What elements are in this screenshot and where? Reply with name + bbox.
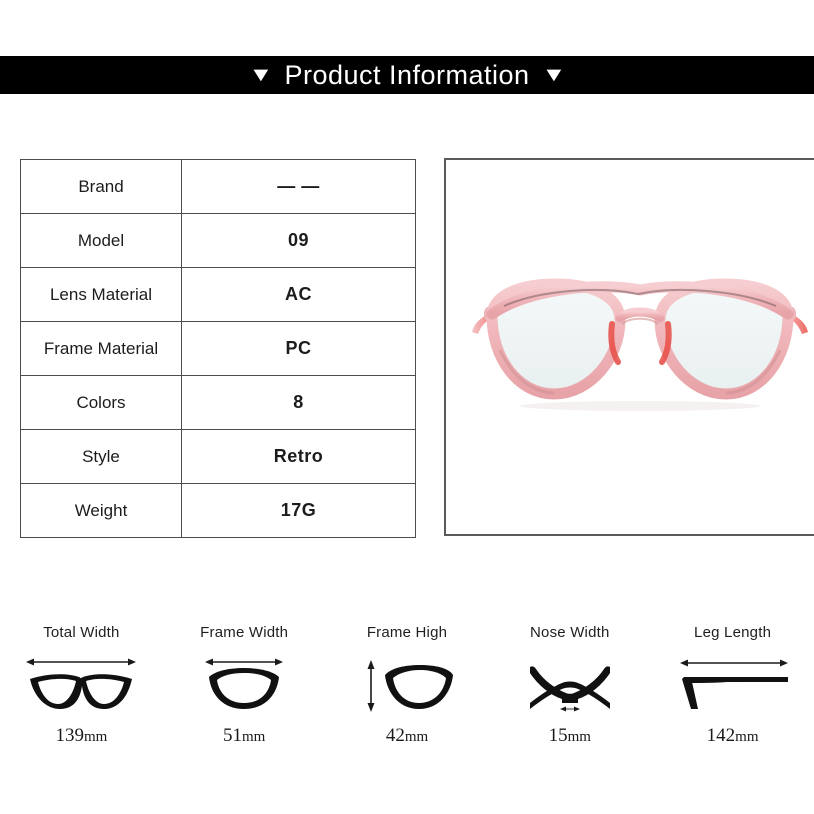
single-lens-height-icon — [359, 653, 455, 715]
measurement-label: Frame Width — [200, 624, 289, 641]
table-row: Lens Material AC — [20, 267, 416, 322]
specification-table: Brand — — Model 09 Lens Material AC Fram… — [20, 159, 416, 538]
measurement-unit: mm — [567, 729, 591, 745]
measurement-value: 15mm — [549, 725, 591, 747]
table-row: Frame Material PC — [20, 321, 416, 376]
single-lens-icon — [199, 653, 289, 715]
measurement-number: 142 — [706, 725, 736, 746]
measurement-unit: mm — [404, 729, 429, 745]
temple-arm-icon — [674, 653, 792, 715]
product-photo-panel — [444, 158, 814, 536]
table-row: Weight 17G — [20, 483, 416, 538]
measurement-frame-high: Frame High 42mm — [326, 624, 489, 747]
measurement-number: 139 — [55, 725, 84, 746]
spec-label: Brand — [20, 159, 182, 214]
measurement-unit: mm — [83, 729, 108, 745]
measurement-label: Nose Width — [530, 624, 610, 641]
triangle-down-left-icon: ▼ — [248, 64, 273, 86]
spec-value: PC — [181, 321, 416, 376]
measurement-leg-length: Leg Length 142mm — [651, 624, 814, 747]
spec-label: Model — [20, 213, 182, 268]
spec-label: Style — [20, 429, 182, 484]
spec-value: 09 — [181, 213, 416, 268]
spec-label: Lens Material — [20, 267, 182, 322]
triangle-down-right-icon: ▼ — [541, 64, 566, 86]
table-row: Colors 8 — [20, 375, 416, 430]
spec-value: 17G — [181, 483, 416, 538]
product-photo-stage — [446, 160, 814, 534]
spec-value: AC — [181, 267, 416, 322]
table-row: Style Retro — [20, 429, 416, 484]
measurement-value: 139mm — [55, 725, 107, 747]
spec-value: 8 — [181, 375, 416, 430]
measurement-number: 15 — [548, 725, 568, 746]
measurement-frame-width: Frame Width 51mm — [163, 624, 326, 747]
measurement-label: Total Width — [43, 624, 120, 641]
measurement-number: 51 — [223, 725, 243, 746]
product-information-banner: ▼ Product Information ▼ — [0, 56, 814, 94]
spec-table-body: Brand — — Model 09 Lens Material AC Fram… — [20, 159, 416, 538]
spec-label: Frame Material — [20, 321, 182, 376]
measurement-nose-width: Nose Width 15mm — [488, 624, 651, 747]
spec-value: — — — [181, 159, 416, 214]
measurement-value: 51mm — [223, 725, 265, 747]
page-title: Product Information — [284, 59, 530, 90]
table-row: Model 09 — [20, 213, 416, 268]
eyeglasses-product-image — [472, 278, 808, 412]
measurement-unit: mm — [242, 729, 266, 745]
measurement-label: Frame High — [366, 624, 448, 641]
spec-label: Colors — [20, 375, 182, 430]
spec-label: Weight — [20, 483, 182, 538]
measurement-value: 42mm — [386, 725, 428, 747]
measurement-value: 142mm — [707, 725, 759, 747]
measurement-total-width: Total Width 139mm — [0, 624, 163, 747]
measurement-number: 42 — [385, 725, 405, 746]
nose-bridge-icon — [522, 653, 618, 715]
table-row: Brand — — — [20, 159, 416, 214]
glasses-front-icon — [22, 653, 140, 715]
measurements-row: Total Width 139mm Frame Width 51mm Frame… — [0, 624, 814, 747]
spec-value: Retro — [181, 429, 416, 484]
measurement-label: Leg Length — [694, 624, 772, 641]
measurement-unit: mm — [735, 729, 759, 745]
